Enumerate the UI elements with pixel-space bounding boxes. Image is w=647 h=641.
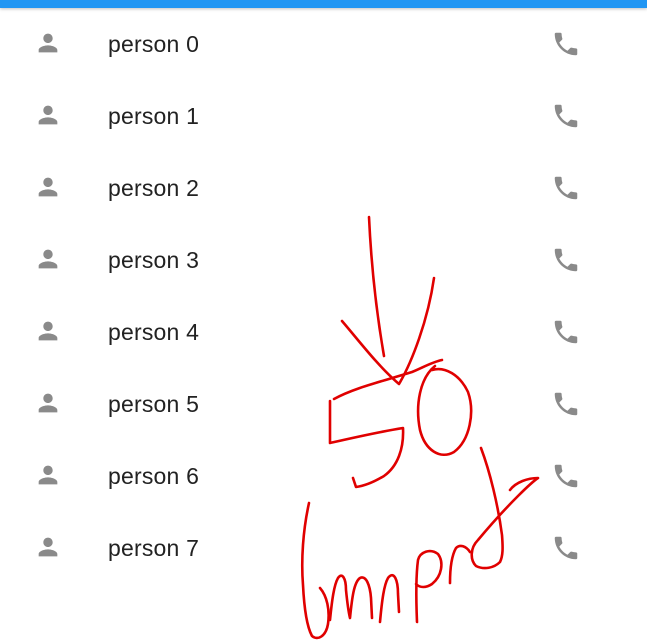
phone-icon xyxy=(554,536,578,560)
call-button[interactable] xyxy=(548,242,584,278)
list-item-label: person 1 xyxy=(108,103,200,129)
call-button[interactable] xyxy=(548,98,584,134)
call-button[interactable] xyxy=(548,530,584,566)
app-bar-bottom-edge xyxy=(0,0,647,8)
person-icon xyxy=(38,393,58,413)
person-icon xyxy=(38,177,58,197)
phone-icon xyxy=(554,32,578,56)
call-button[interactable] xyxy=(548,386,584,422)
list-item-label: person 2 xyxy=(108,175,200,201)
phone-icon xyxy=(554,464,578,488)
person-icon xyxy=(38,537,58,557)
contacts-screen: person 0 person 1 person 2 person 3 pers… xyxy=(0,0,647,641)
person-icon xyxy=(38,33,58,53)
list-item[interactable]: person 1 xyxy=(0,80,647,152)
contact-list[interactable]: person 0 person 1 person 2 person 3 pers… xyxy=(0,8,647,584)
list-item[interactable]: person 2 xyxy=(0,152,647,224)
list-item-label: person 7 xyxy=(108,535,200,561)
call-button[interactable] xyxy=(548,26,584,62)
call-button[interactable] xyxy=(548,314,584,350)
phone-icon xyxy=(554,392,578,416)
phone-icon xyxy=(554,104,578,128)
list-item[interactable]: person 5 xyxy=(0,368,647,440)
list-item-label: person 3 xyxy=(108,247,200,273)
call-button[interactable] xyxy=(548,458,584,494)
list-item[interactable]: person 0 xyxy=(0,8,647,80)
person-icon xyxy=(38,105,58,125)
list-item-label: person 5 xyxy=(108,391,200,417)
list-item-label: person 4 xyxy=(108,319,200,345)
phone-icon xyxy=(554,176,578,200)
list-item-label: person 6 xyxy=(108,463,200,489)
person-icon xyxy=(38,465,58,485)
phone-icon xyxy=(554,320,578,344)
person-icon xyxy=(38,321,58,341)
list-item[interactable]: person 6 xyxy=(0,440,647,512)
call-button[interactable] xyxy=(548,170,584,206)
phone-icon xyxy=(554,248,578,272)
list-item[interactable]: person 4 xyxy=(0,296,647,368)
list-item-label: person 0 xyxy=(108,31,200,57)
list-item[interactable]: person 3 xyxy=(0,224,647,296)
person-icon xyxy=(38,249,58,269)
list-item[interactable]: person 7 xyxy=(0,512,647,584)
